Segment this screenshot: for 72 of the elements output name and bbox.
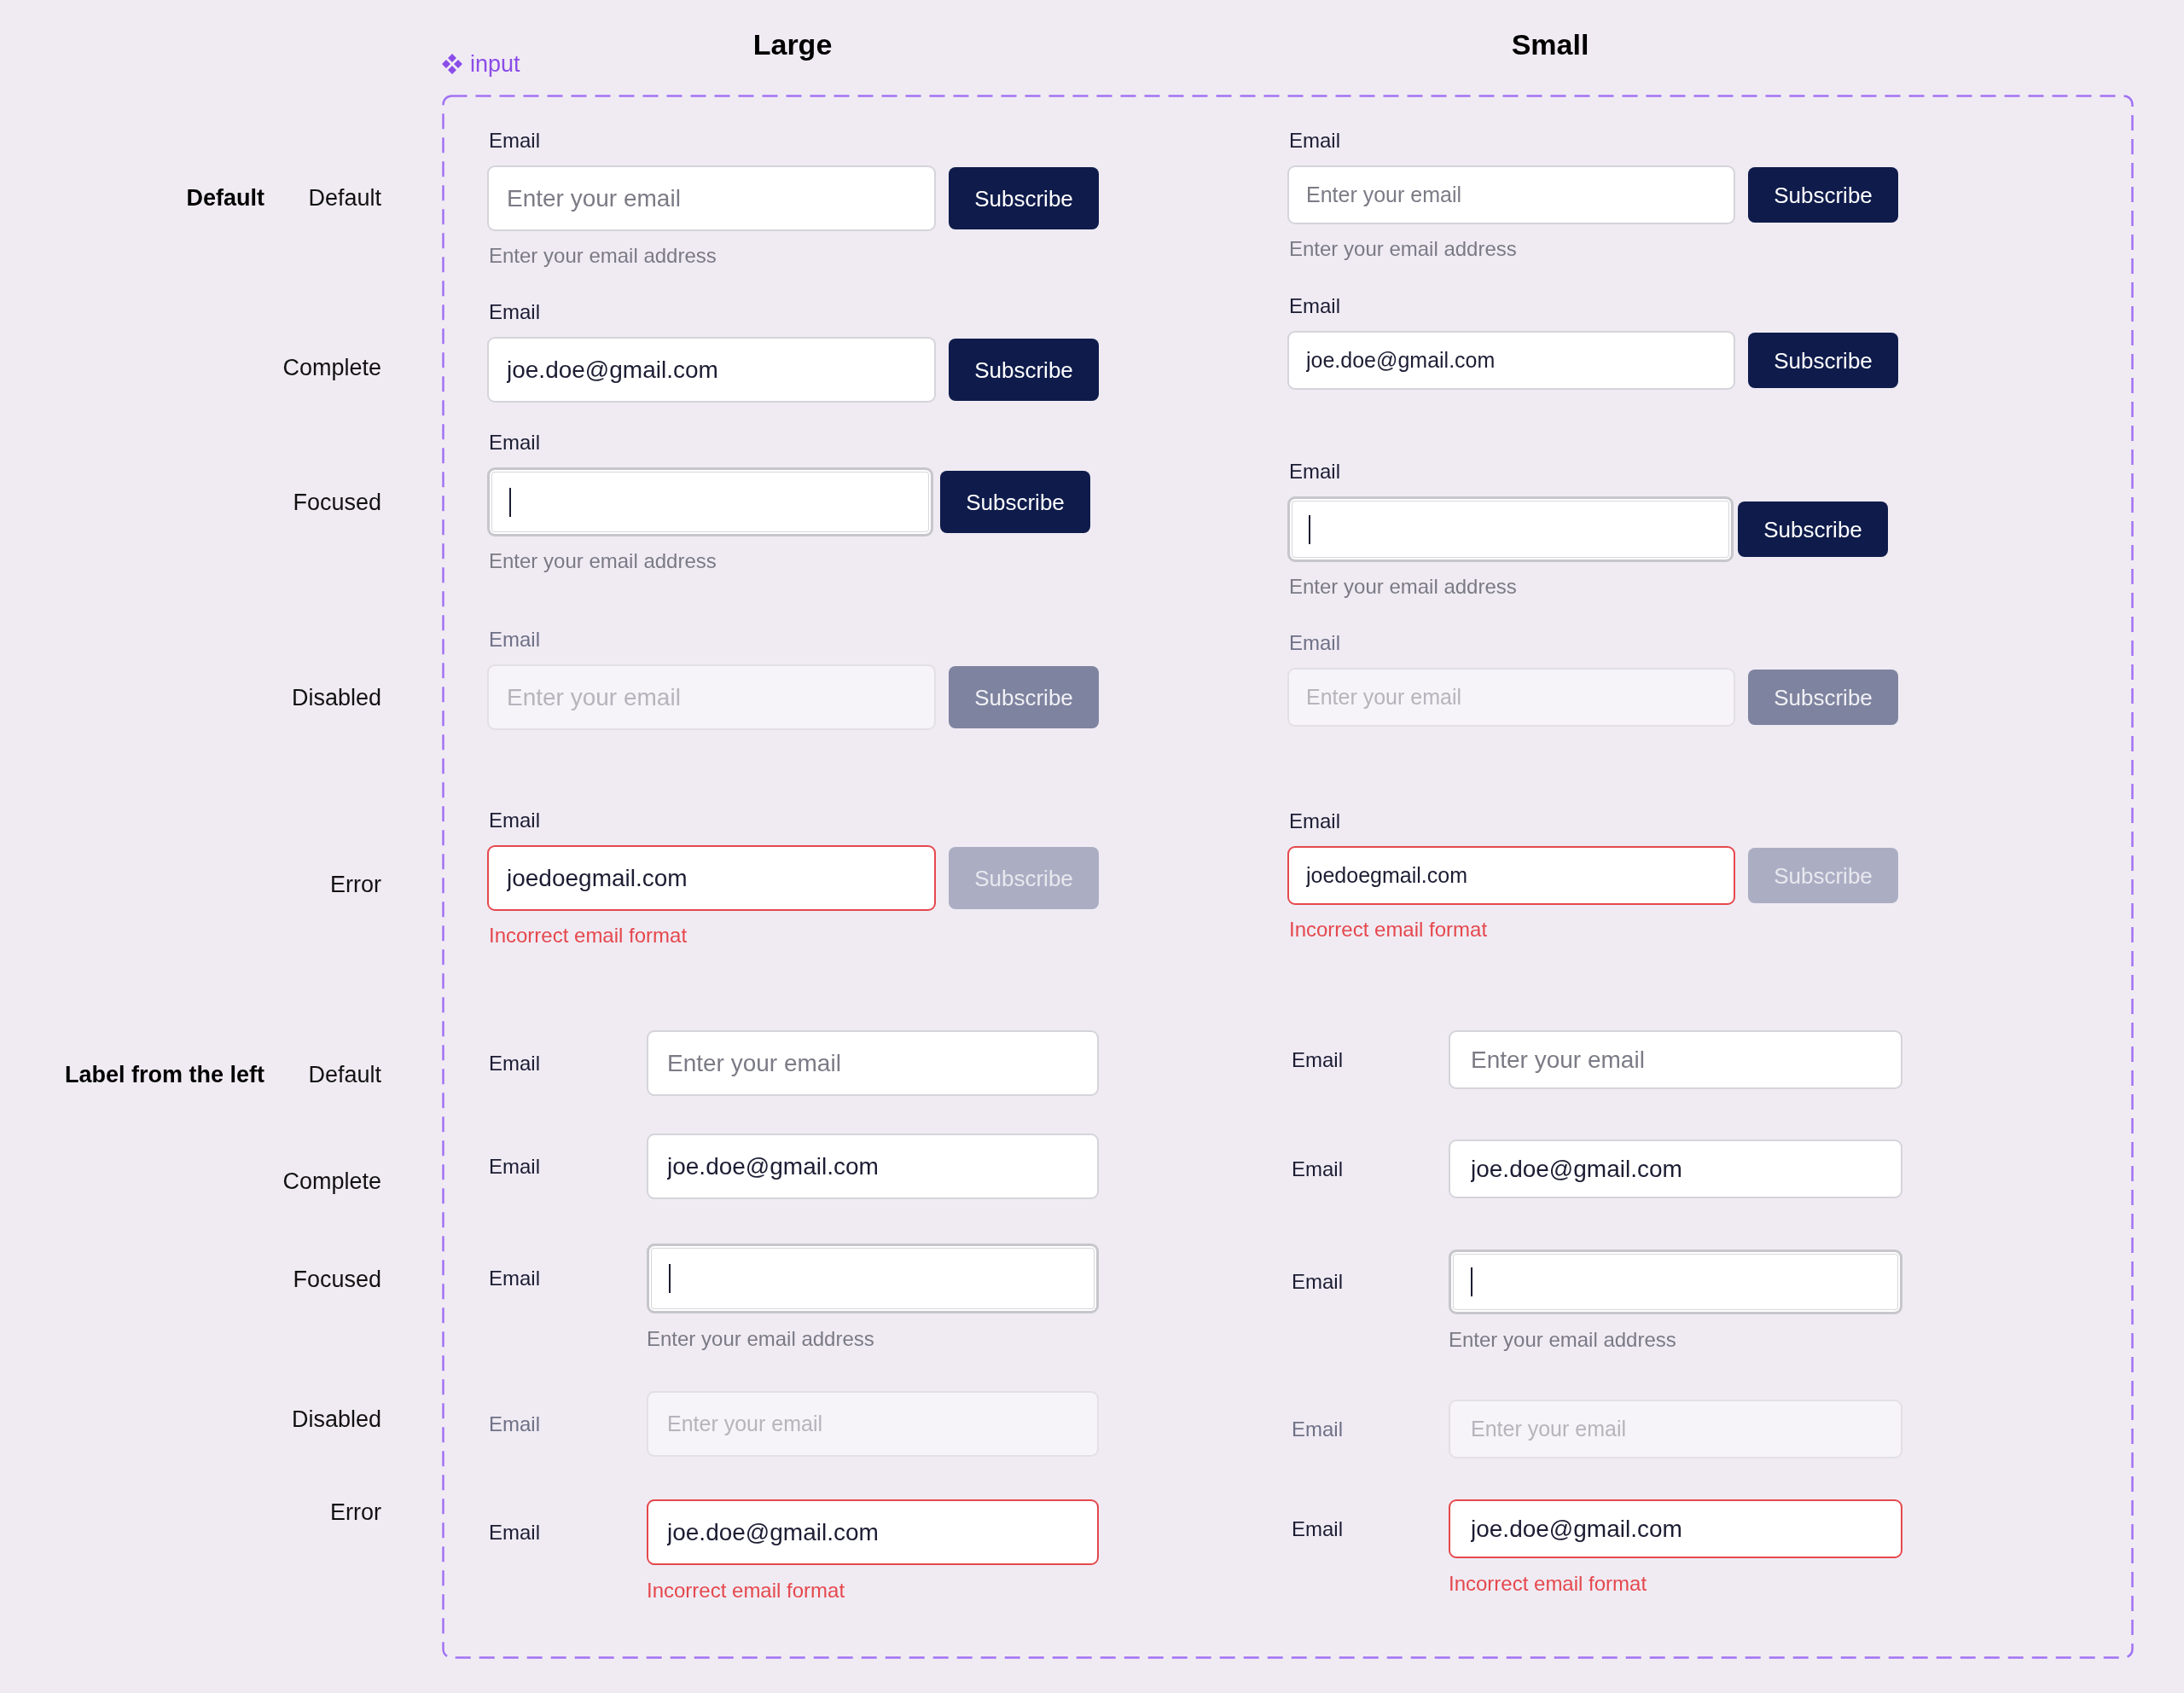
helper-text: Enter your email address [489, 548, 717, 574]
column-heading: Small [1511, 27, 1589, 62]
field-label: Email [489, 1153, 540, 1180]
subscribe-button[interactable]: Subscribe [940, 471, 1090, 533]
text-cursor-icon [1309, 514, 1310, 544]
state-label: Disabled [291, 684, 381, 711]
subscribe-button[interactable]: Subscribe [1748, 333, 1898, 388]
component-name: input [470, 50, 520, 78]
helper-text: Enter your email address [1289, 236, 1517, 262]
email-input[interactable] [1449, 1249, 1902, 1314]
state-label: Focused [293, 1266, 381, 1293]
field-label: Email [1289, 630, 1340, 656]
column-heading: Large [752, 27, 833, 62]
field-label: Email [489, 299, 540, 325]
field-label: Email [489, 430, 540, 455]
component-icon [442, 54, 462, 74]
field-label: Email [1292, 1416, 1343, 1442]
field-label: Email [1289, 459, 1340, 484]
field-label: Email [1289, 128, 1340, 154]
error-text: Incorrect email format [647, 1578, 845, 1603]
field-label: Email [1289, 809, 1340, 834]
error-text: Incorrect email format [1289, 917, 1488, 942]
email-input[interactable] [1287, 496, 1734, 562]
field-label: Email [1292, 1047, 1343, 1073]
helper-text: Enter your email address [647, 1326, 874, 1352]
state-label: Default [308, 1061, 381, 1088]
email-input[interactable]: Enter your email [1449, 1030, 1902, 1089]
subscribe-button[interactable]: Subscribe [949, 339, 1099, 401]
field-label: Email [489, 1266, 540, 1291]
email-input[interactable]: joedoegmail.com [1287, 846, 1735, 905]
email-input[interactable]: joe.doe@gmail.com [647, 1499, 1099, 1565]
field-label: Email [489, 1411, 540, 1437]
email-input[interactable]: joedoegmail.com [487, 845, 936, 911]
state-label: Complete [282, 1168, 381, 1195]
helper-text: Enter your email address [1289, 574, 1517, 600]
error-text: Incorrect email format [1449, 1571, 1647, 1597]
text-cursor-icon [509, 487, 511, 517]
text-cursor-icon [1471, 1267, 1472, 1296]
state-label: Error [330, 1499, 381, 1526]
field-label: Email [489, 1050, 540, 1076]
field-label: Email [489, 128, 540, 154]
email-input[interactable]: Enter your email [1287, 165, 1735, 224]
field-label: Email [1292, 1156, 1343, 1182]
helper-text: Enter your email address [489, 243, 717, 269]
email-input[interactable]: joe.doe@gmail.com [487, 337, 936, 403]
field-label: Email [1292, 1269, 1343, 1295]
email-input[interactable]: Enter your email [647, 1030, 1099, 1096]
field-label: Email [489, 1519, 540, 1545]
email-input[interactable]: joe.doe@gmail.com [1449, 1139, 1902, 1198]
state-label: Error [330, 871, 381, 898]
state-label: Default [308, 184, 381, 212]
subscribe-button[interactable]: Subscribe [1738, 502, 1888, 557]
text-cursor-icon [669, 1264, 671, 1293]
state-label: Complete [282, 354, 381, 381]
field-label: Email [1289, 293, 1340, 319]
section-label: Label from the left [64, 1061, 264, 1088]
subscribe-button[interactable]: Subscribe [949, 167, 1099, 229]
field-label: Email [1292, 1516, 1343, 1542]
section-label: Default [186, 184, 264, 212]
email-input[interactable] [487, 467, 933, 536]
helper-text: Enter your email address [1449, 1327, 1676, 1353]
subscribe-button[interactable]: Subscribe [1748, 167, 1898, 223]
email-input[interactable]: joe.doe@gmail.com [1287, 331, 1735, 390]
state-label: Disabled [291, 1406, 381, 1433]
email-input[interactable]: Enter your email [487, 165, 936, 231]
field-label: Email [489, 808, 540, 833]
email-input[interactable]: joe.doe@gmail.com [1449, 1499, 1902, 1558]
field-label: Email [489, 627, 540, 652]
email-input[interactable]: joe.doe@gmail.com [647, 1133, 1099, 1199]
error-text: Incorrect email format [489, 923, 688, 948]
state-label: Focused [293, 489, 381, 516]
email-input[interactable] [647, 1244, 1099, 1313]
